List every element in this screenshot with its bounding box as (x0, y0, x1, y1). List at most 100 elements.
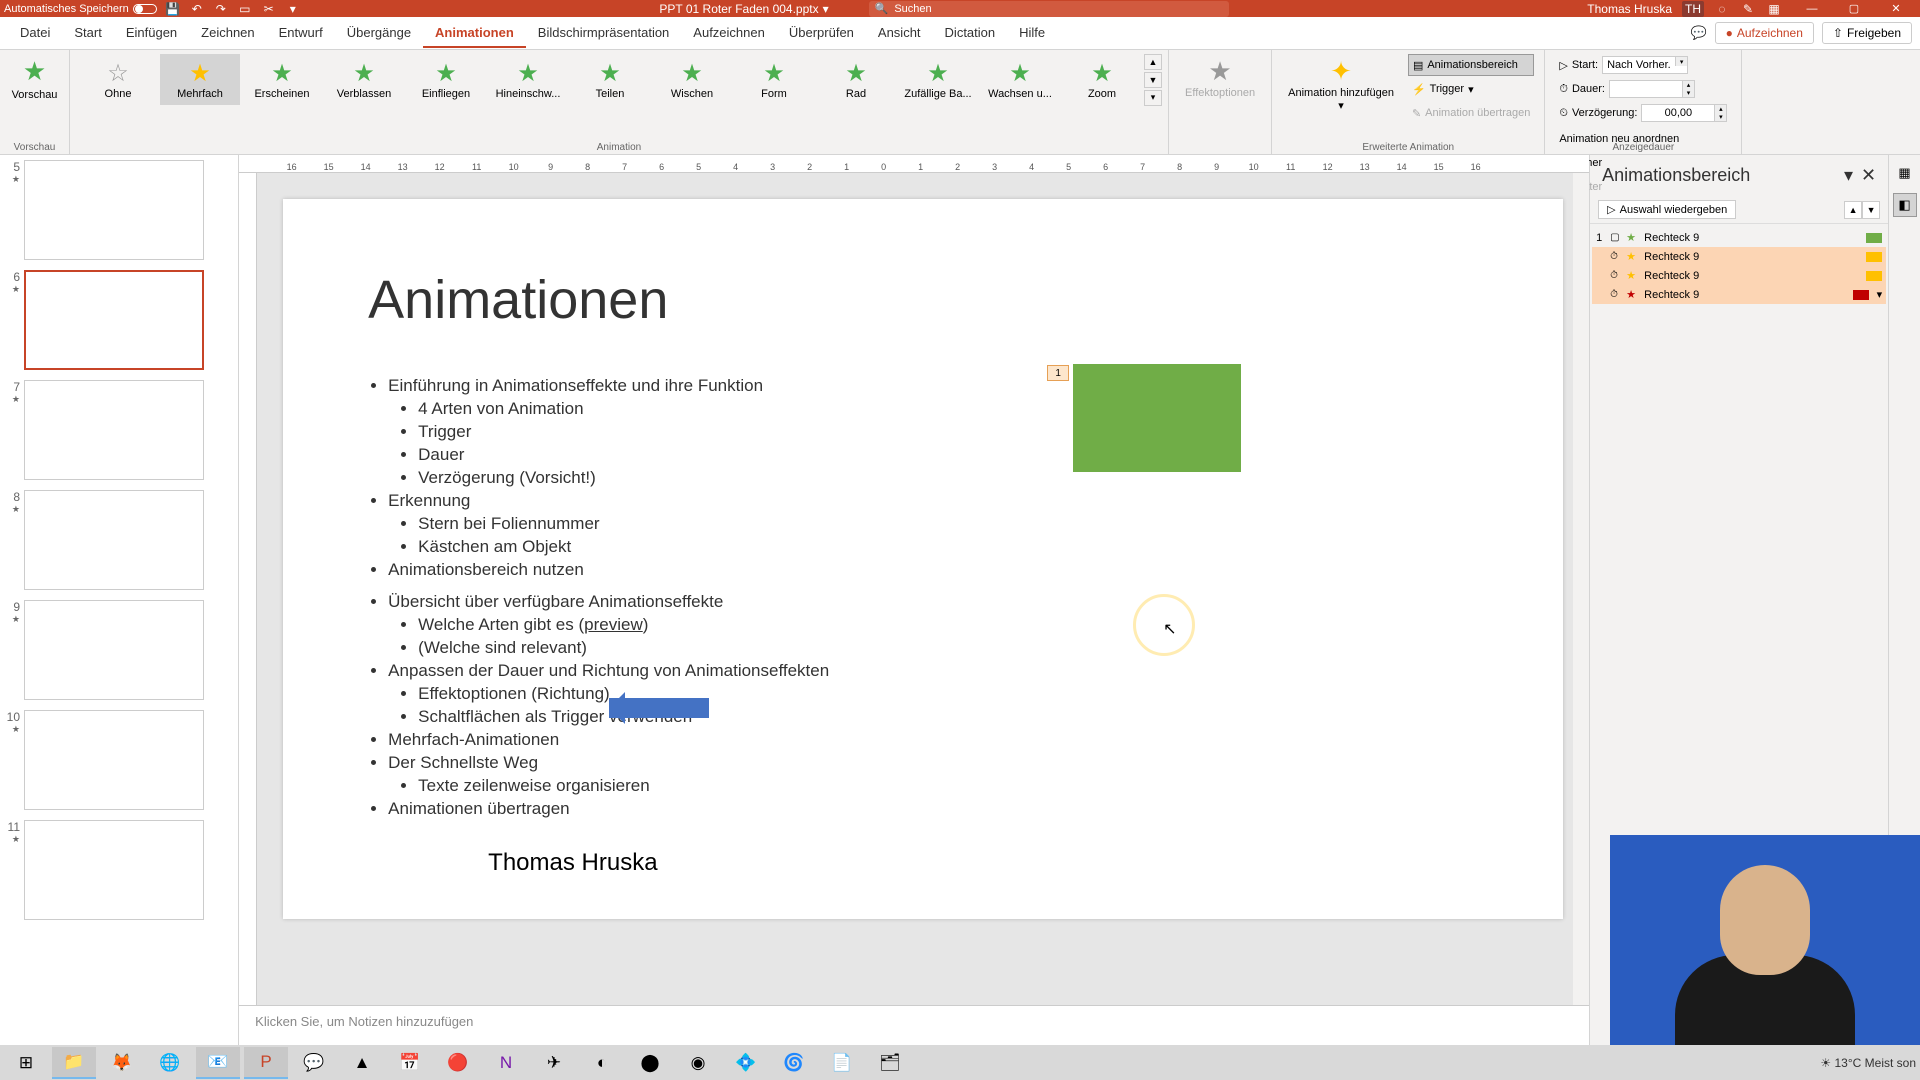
tab-ansicht[interactable]: Ansicht (866, 19, 933, 48)
anim-effect-7[interactable]: ★Wischen (652, 54, 732, 105)
delay-field[interactable]: ⏲ Verzögerung: ▴▾ (1555, 102, 1731, 124)
user-name[interactable]: Thomas Hruska (1587, 2, 1672, 16)
obs-icon[interactable]: ⬤ (628, 1047, 672, 1079)
anim-effect-8[interactable]: ★Form (734, 54, 814, 105)
tab-animationen[interactable]: Animationen (423, 19, 526, 48)
close-button[interactable]: ✕ (1876, 1, 1916, 17)
thumbnail-5[interactable] (24, 160, 204, 260)
tab-hilfe[interactable]: Hilfe (1007, 19, 1057, 48)
anim-effect-10[interactable]: ★Zufällige Ba... (898, 54, 978, 105)
slide-title[interactable]: Animationen (368, 269, 668, 331)
author-text[interactable]: Thomas Hruska (488, 849, 657, 877)
preview-button[interactable]: ★ Vorschau (6, 52, 63, 105)
save-icon[interactable]: 💾 (165, 1, 181, 17)
anim-entry-2[interactable]: ⏱★Rechteck 9 (1592, 266, 1886, 285)
anim-effect-0[interactable]: ☆Ohne (78, 54, 158, 105)
tab-überprüfen[interactable]: Überprüfen (777, 19, 866, 48)
app-icon[interactable]: ◐ (580, 1047, 624, 1079)
tab-start[interactable]: Start (62, 19, 113, 48)
undo-icon[interactable]: ↶ (189, 1, 205, 17)
scrollbar-vertical[interactable] (1573, 173, 1589, 1005)
close-icon[interactable]: ✕ (1861, 165, 1876, 186)
slide-body[interactable]: Einführung in Animationseffekte und ihre… (368, 375, 829, 821)
qat-icon[interactable]: ✂ (261, 1, 277, 17)
explorer-icon[interactable]: 📁 (52, 1047, 96, 1079)
minimize-button[interactable]: — (1792, 1, 1832, 17)
app-icon[interactable]: 💠 (724, 1047, 768, 1079)
firefox-icon[interactable]: 🦊 (100, 1047, 144, 1079)
trigger-button[interactable]: ⚡ Trigger ▾ (1408, 78, 1534, 100)
tab-entwurf[interactable]: Entwurf (267, 19, 335, 48)
app-icon[interactable]: 📄 (820, 1047, 864, 1079)
autosave-toggle[interactable]: Automatisches Speichern (4, 3, 157, 15)
edge-icon[interactable]: 🌀 (772, 1047, 816, 1079)
anim-entry-1[interactable]: ⏱★Rechteck 9 (1592, 247, 1886, 266)
thumbnail-9[interactable] (24, 600, 204, 700)
tab-datei[interactable]: Datei (8, 19, 62, 48)
record-button[interactable]: ● Aufzeichnen (1715, 22, 1814, 44)
anim-entry-3[interactable]: ⏱★Rechteck 9▾ (1592, 285, 1886, 304)
telegram-icon[interactable]: ✈ (532, 1047, 576, 1079)
add-animation-button[interactable]: ✦ Animation hinzufügen ▾ (1278, 52, 1404, 126)
outlook-icon[interactable]: 📧 (196, 1047, 240, 1079)
start-button[interactable]: ⊞ (4, 1047, 48, 1079)
app-icon[interactable]: 🗂 (868, 1047, 912, 1079)
qat-icon[interactable]: ▭ (237, 1, 253, 17)
thumbnail-7[interactable] (24, 380, 204, 480)
tab-einfügen[interactable]: Einfügen (114, 19, 189, 48)
app-icon[interactable]: 💬 (292, 1047, 336, 1079)
move-up-button[interactable]: ▲ (1844, 201, 1862, 219)
gallery-more-icon[interactable]: ▾ (1144, 90, 1162, 106)
powerpoint-icon[interactable]: P (244, 1047, 288, 1079)
rail-icon[interactable]: ◧ (1893, 193, 1917, 217)
chrome-icon[interactable]: 🌐 (148, 1047, 192, 1079)
tab-übergänge[interactable]: Übergänge (335, 19, 423, 48)
tab-aufzeichnen[interactable]: Aufzeichnen (681, 19, 777, 48)
gallery-down-icon[interactable]: ▼ (1144, 72, 1162, 88)
app-icon[interactable]: 📅 (388, 1047, 432, 1079)
redo-icon[interactable]: ↷ (213, 1, 229, 17)
app-icon[interactable]: 🔴 (436, 1047, 480, 1079)
anim-effect-4[interactable]: ★Einfliegen (406, 54, 486, 105)
anim-effect-11[interactable]: ★Wachsen u... (980, 54, 1060, 105)
anim-effect-12[interactable]: ★Zoom (1062, 54, 1142, 105)
tab-bildschirmpräsentation[interactable]: Bildschirmpräsentation (526, 19, 682, 48)
maximize-button[interactable]: ▢ (1834, 1, 1874, 17)
move-down-button[interactable]: ▼ (1862, 201, 1880, 219)
search-input[interactable]: 🔍 Suchen (869, 1, 1229, 17)
tab-zeichnen[interactable]: Zeichnen (189, 19, 266, 48)
green-rectangle-shape[interactable] (1073, 364, 1241, 472)
anim-effect-9[interactable]: ★Rad (816, 54, 896, 105)
start-field[interactable]: ▷ Start: ▾ (1555, 54, 1731, 76)
anim-entry-0[interactable]: 1▢★Rechteck 9 (1592, 228, 1886, 247)
gallery-up-icon[interactable]: ▲ (1144, 54, 1162, 70)
vlc-icon[interactable]: ▲ (340, 1047, 384, 1079)
user-avatar[interactable]: TH (1682, 1, 1704, 17)
thumbnail-8[interactable] (24, 490, 204, 590)
thumbnail-10[interactable] (24, 710, 204, 810)
share-button[interactable]: ⇧ Freigeben (1822, 22, 1912, 44)
header-icon[interactable]: ▦ (1766, 1, 1782, 17)
chevron-down-icon[interactable]: ▾ (1844, 165, 1853, 186)
animation-tag[interactable]: 1 (1047, 365, 1069, 381)
play-selection-button[interactable]: ▷ Auswahl wiedergeben (1598, 200, 1736, 219)
app-icon[interactable]: ◉ (676, 1047, 720, 1079)
animation-pane-button[interactable]: ▤ Animationsbereich (1408, 54, 1534, 76)
anim-effect-5[interactable]: ★Hineinschw... (488, 54, 568, 105)
thumbnail-11[interactable] (24, 820, 204, 920)
anim-effect-2[interactable]: ★Erscheinen (242, 54, 322, 105)
slide-canvas[interactable]: Animationen Einführung in Animationseffe… (283, 199, 1563, 919)
qat-more-icon[interactable]: ▾ (285, 1, 301, 17)
anim-effect-6[interactable]: ★Teilen (570, 54, 650, 105)
duration-field[interactable]: ⏱ Dauer: ▴▾ (1555, 78, 1731, 100)
blue-arrow-shape[interactable] (609, 698, 709, 718)
onenote-icon[interactable]: N (484, 1047, 528, 1079)
anim-effect-3[interactable]: ★Verblassen (324, 54, 404, 105)
filename[interactable]: PPT 01 Roter Faden 004.pptx ▾ (659, 2, 828, 16)
notes-panel[interactable]: Klicken Sie, um Notizen hinzuzufügen (239, 1005, 1589, 1050)
tab-dictation[interactable]: Dictation (933, 19, 1008, 48)
header-icon[interactable]: ◌ (1714, 1, 1730, 17)
comments-icon[interactable]: 💬 (1691, 25, 1707, 41)
rail-icon[interactable]: ▦ (1893, 161, 1917, 185)
header-icon[interactable]: ✎ (1740, 1, 1756, 17)
